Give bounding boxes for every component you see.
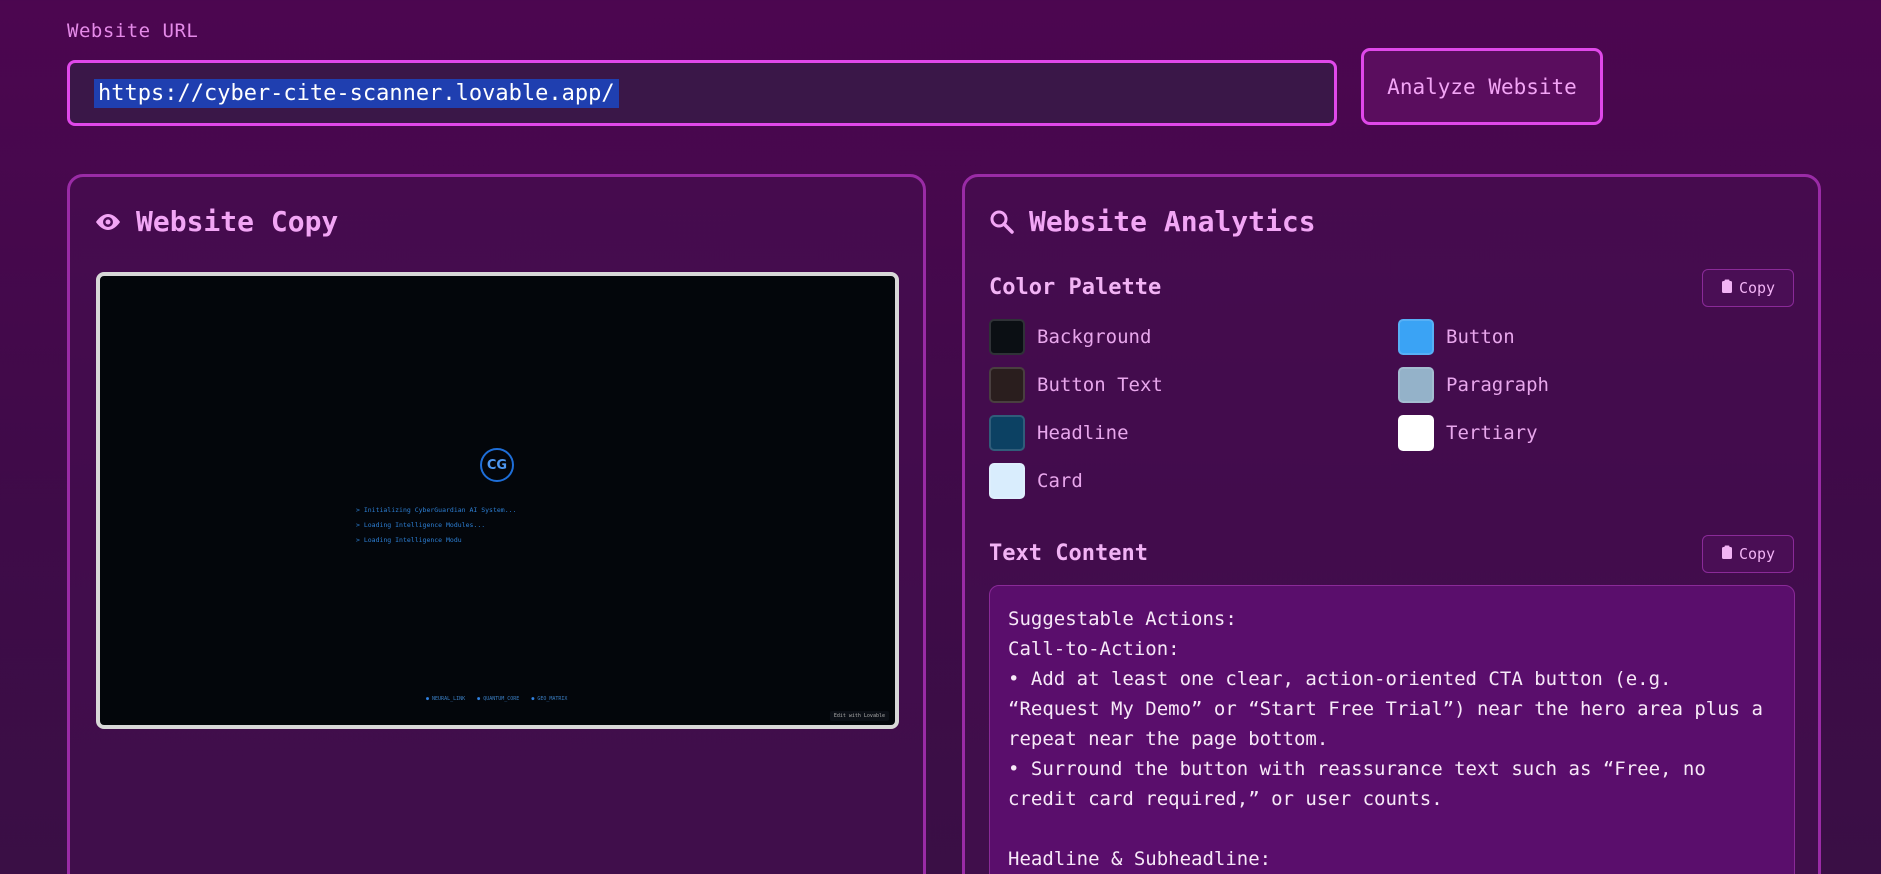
color-name: Card	[1037, 470, 1083, 492]
preview-footer-tags: NEURAL_LINK QUANTUM_CORE GEO_MATRIX	[426, 696, 567, 702]
palette-color-background: Background	[989, 319, 1151, 355]
color-swatch[interactable]	[1398, 367, 1434, 403]
clipboard-icon	[1721, 545, 1733, 564]
boot-line: > Loading Intelligence Modu	[356, 536, 462, 544]
color-swatch[interactable]	[989, 463, 1025, 499]
color-swatch[interactable]	[1398, 415, 1434, 451]
color-name: Headline	[1037, 422, 1129, 444]
color-name: Button Text	[1037, 374, 1163, 396]
palette-color-button-text: Button Text	[989, 367, 1163, 403]
eye-icon	[94, 212, 122, 232]
analyze-website-button[interactable]: Analyze Website	[1361, 48, 1603, 125]
palette-color-button: Button	[1398, 319, 1515, 355]
color-swatch[interactable]	[989, 415, 1025, 451]
palette-color-card: Card	[989, 463, 1083, 499]
color-swatch[interactable]	[989, 367, 1025, 403]
boot-line: > Loading Intelligence Modules...	[356, 521, 486, 529]
url-input-value: https://cyber-cite-scanner.lovable.app/	[94, 78, 619, 108]
website-preview[interactable]: CG > Initializing CyberGuardian AI Syste…	[96, 272, 899, 729]
palette-color-headline: Headline	[989, 415, 1129, 451]
boot-line: > Initializing CyberGuardian AI System..…	[356, 506, 517, 514]
text-content-title: Text Content	[989, 541, 1148, 566]
color-name: Paragraph	[1446, 374, 1549, 396]
color-name: Tertiary	[1446, 422, 1538, 444]
url-label: Website URL	[67, 20, 199, 42]
color-swatch[interactable]	[989, 319, 1025, 355]
website-copy-header: Website Copy	[94, 205, 338, 238]
copy-text-button[interactable]: Copy	[1702, 535, 1794, 573]
color-swatch[interactable]	[1398, 319, 1434, 355]
footer-tag: QUANTUM_CORE	[477, 696, 519, 702]
lovable-badge[interactable]: Edit with Lovable	[829, 711, 889, 721]
clipboard-icon	[1721, 279, 1733, 298]
website-analytics-title: Website Analytics	[1029, 205, 1316, 238]
palette-color-paragraph: Paragraph	[1398, 367, 1549, 403]
website-copy-title: Website Copy	[136, 205, 339, 238]
color-palette-title: Color Palette	[989, 275, 1162, 300]
copy-text-label: Copy	[1738, 545, 1776, 563]
copy-palette-button[interactable]: Copy	[1702, 269, 1794, 307]
website-copy-panel: Website Copy CG > Initializing CyberGuar…	[67, 174, 926, 874]
website-url-input[interactable]: https://cyber-cite-scanner.lovable.app/	[67, 60, 1337, 126]
text-content-body: Suggestable Actions: Call-to-Action: • A…	[1008, 608, 1763, 870]
website-analytics-panel: Website Analytics Color Palette Copy Bac…	[962, 174, 1821, 874]
website-analytics-header: Website Analytics	[989, 205, 1316, 238]
search-icon	[989, 209, 1015, 235]
palette-color-tertiary: Tertiary	[1398, 415, 1538, 451]
color-name: Background	[1037, 326, 1152, 348]
footer-tag: NEURAL_LINK	[426, 696, 465, 702]
text-content-box[interactable]: Suggestable Actions: Call-to-Action: • A…	[989, 585, 1795, 874]
color-name: Button	[1446, 326, 1515, 348]
footer-tag: GEO_MATRIX	[531, 696, 567, 702]
copy-palette-label: Copy	[1738, 279, 1776, 297]
cg-logo: CG	[480, 448, 514, 482]
